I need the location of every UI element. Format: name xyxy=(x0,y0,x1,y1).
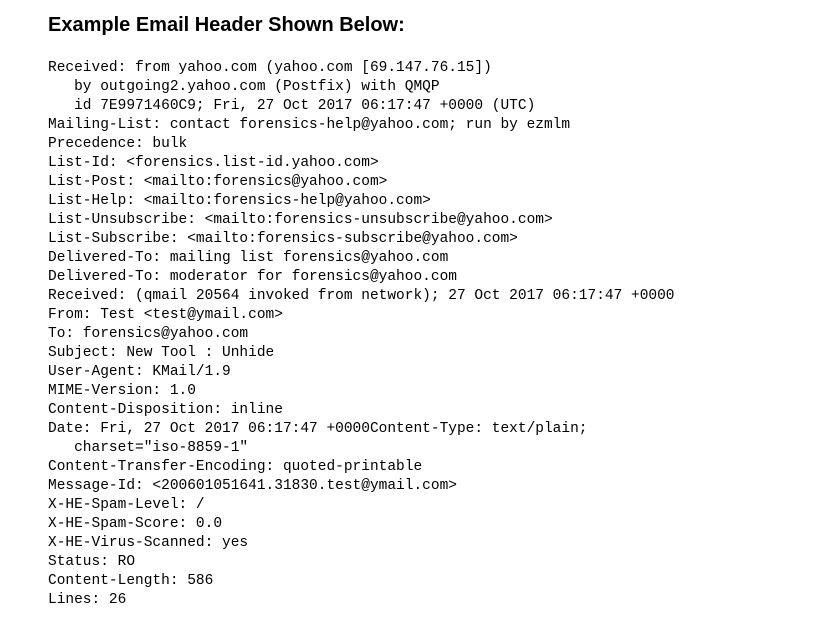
page-title: Example Email Header Shown Below: xyxy=(48,14,792,37)
email-header-block: Received: from yahoo.com (yahoo.com [69.… xyxy=(48,59,792,610)
